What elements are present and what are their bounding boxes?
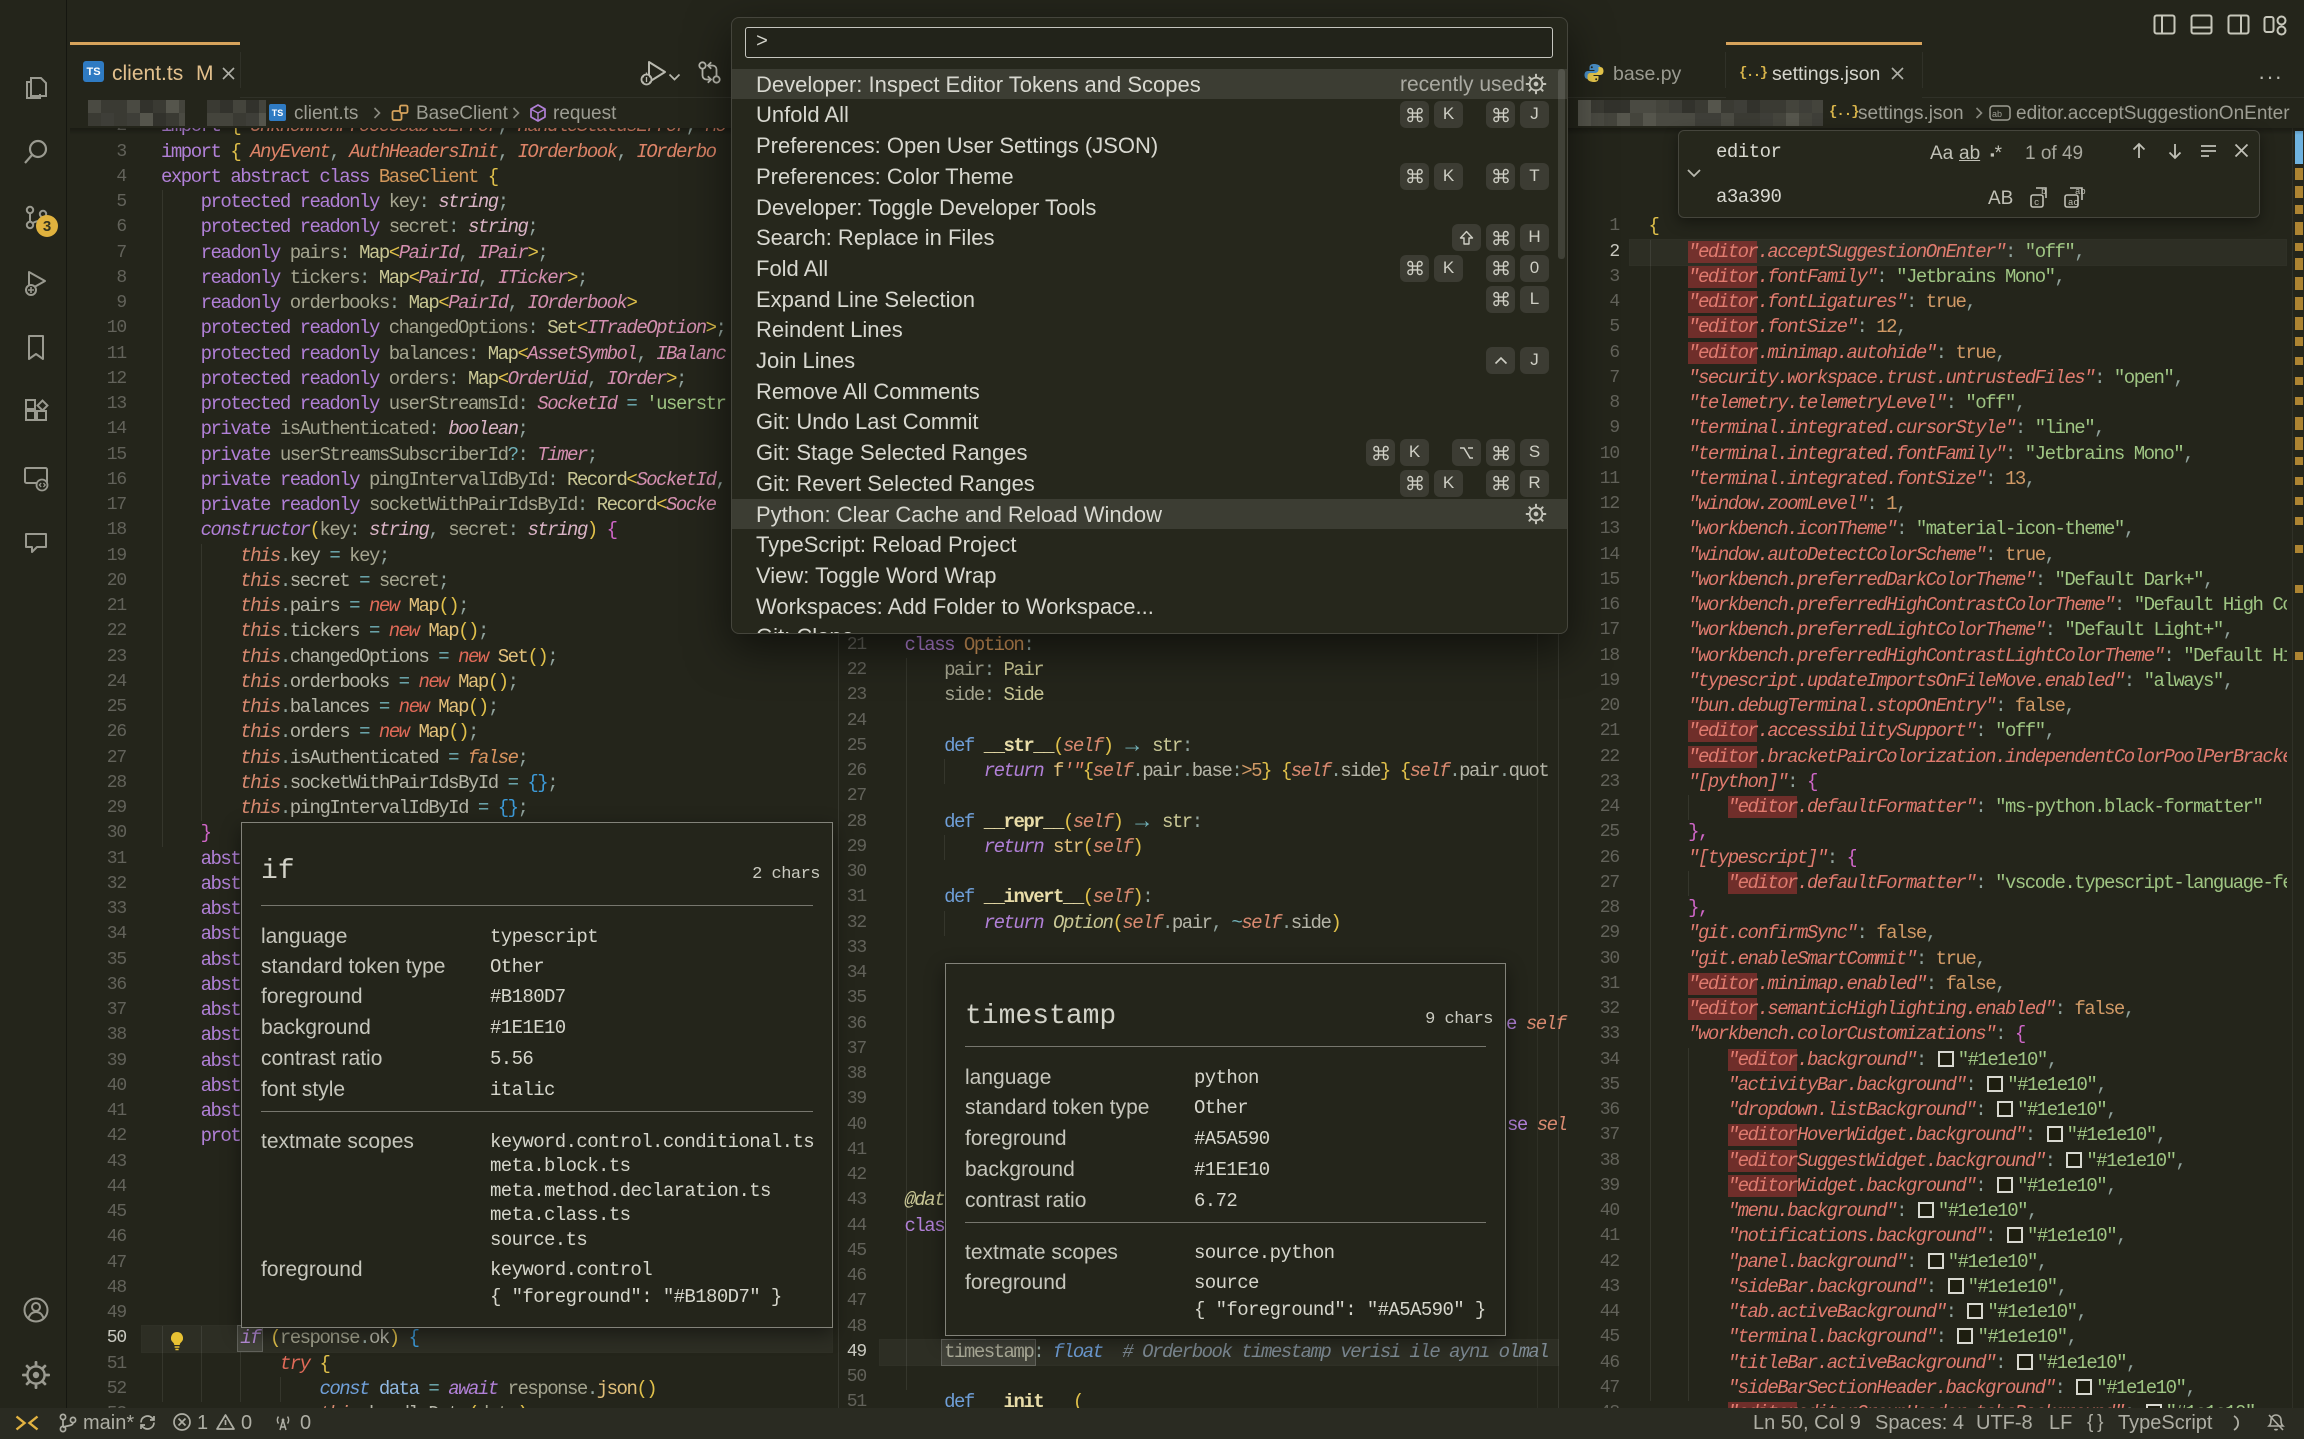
- svg-text:ab: ab: [2075, 187, 2086, 197]
- svg-text:ac: ac: [2068, 198, 2079, 208]
- svg-text:ab: ab: [1992, 109, 2002, 119]
- svg-text:c: c: [2034, 198, 2039, 208]
- svg-text:b: b: [2041, 187, 2046, 197]
